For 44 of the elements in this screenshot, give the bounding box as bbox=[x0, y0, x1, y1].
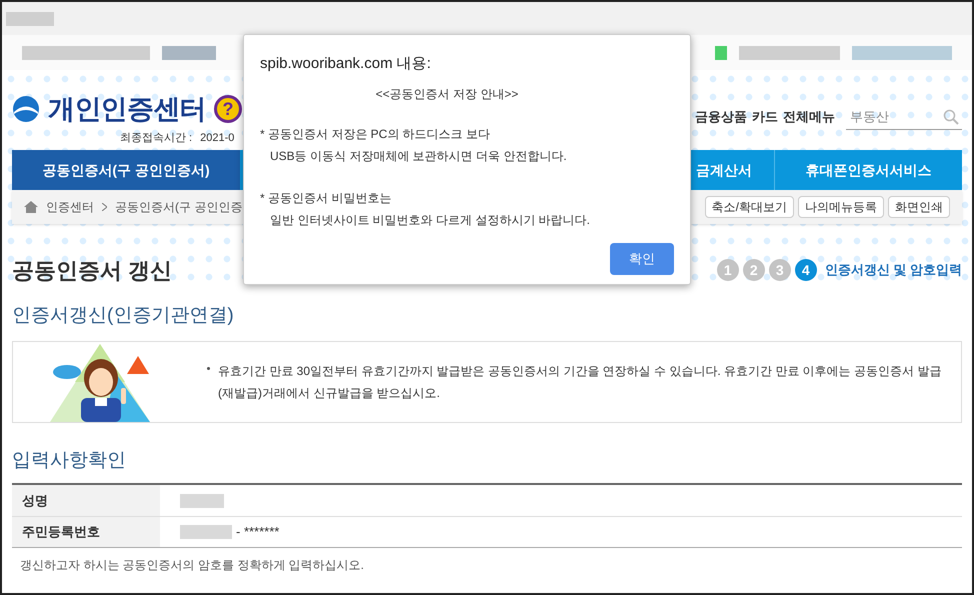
redacted-block bbox=[162, 46, 216, 60]
section-title: 입력사항확인 bbox=[12, 448, 127, 472]
chevron-icon bbox=[102, 203, 107, 211]
step-indicator: 1 bbox=[716, 259, 739, 281]
step-indicator: 2 bbox=[742, 259, 765, 281]
page-title: 공동인증서 갱신 bbox=[12, 256, 172, 284]
step-label: 인증서갱신 및 암호입력 bbox=[824, 261, 962, 280]
dialog-text: USB등 이동식 저장매체에 보관하시면 더욱 안전합니다. bbox=[269, 148, 568, 164]
table-cell-text: - ******* bbox=[236, 523, 280, 542]
last-access-label: 최종접속시간 : bbox=[120, 130, 192, 146]
help-icon[interactable]: ? bbox=[214, 95, 242, 124]
dialog-heading: <<공동인증서 저장 안내>> bbox=[374, 86, 520, 102]
breadcrumb-link[interactable]: 공동인증서(구 공인인증 bbox=[115, 198, 242, 216]
page-tool-button[interactable]: 나의메뉴등록 bbox=[798, 196, 884, 218]
notice-text: 유효기간 만료 30일전부터 유효기간까지 발급받은 공동인증서의 기간을 연장하실 수 있습니다. 유효기간 만료 이후에는 공동인증서 발급(재발급)거래에서 신규발급을 받으십시오. bbox=[218, 362, 942, 402]
breadcrumb-link[interactable]: 인증센터 bbox=[46, 198, 94, 216]
step-indicator: 4 bbox=[794, 259, 817, 281]
top-menu-link[interactable]: 전체메뉴 bbox=[783, 107, 835, 127]
bullet-icon bbox=[207, 366, 210, 370]
table-header-cell: 성명 bbox=[12, 485, 160, 516]
page-tool-button[interactable]: 화면인쇄 bbox=[888, 196, 950, 218]
logo-text: 개인인증센터 bbox=[48, 93, 206, 126]
dialog-title: spib.wooribank.com 내용: bbox=[260, 54, 432, 74]
table-header-cell: 주민등록번호 bbox=[12, 517, 160, 547]
dialog-text: * 공동인증서 저장은 PC의 하드디스크 보다 bbox=[260, 126, 492, 142]
step-indicator: 3 bbox=[768, 259, 791, 281]
nav-tab[interactable]: 공동인증서(구 공인인증서) bbox=[12, 150, 240, 190]
confirm-button[interactable]: 확인 bbox=[610, 242, 674, 274]
redacted-block bbox=[180, 494, 224, 508]
dialog-text: * 공동인증서 비밀번호는 bbox=[260, 190, 392, 206]
top-menu-link[interactable]: 카드 bbox=[752, 107, 778, 127]
note-text: 갱신하고자 하시는 공동인증서의 암호를 정확하게 입력하십시오. bbox=[19, 557, 366, 574]
redacted-block bbox=[714, 46, 728, 60]
home-icon[interactable] bbox=[24, 201, 38, 213]
logo-icon bbox=[12, 95, 40, 124]
redacted-block bbox=[6, 12, 54, 26]
top-menu-link[interactable]: 금융상품 bbox=[695, 107, 747, 127]
search-field[interactable]: 부동산 bbox=[846, 104, 962, 130]
redacted-block bbox=[180, 525, 232, 539]
page-tool-button[interactable]: 축소/확대보기 bbox=[704, 196, 794, 218]
last-access-time: 2021-0 bbox=[200, 130, 234, 146]
search-icon[interactable] bbox=[943, 109, 959, 125]
section-title: 인증서갱신(인증기관연결) bbox=[12, 304, 235, 328]
dialog-text: 일반 인터넷사이트 비밀번호와 다르게 설정하시기 바랍니다. bbox=[269, 212, 592, 228]
